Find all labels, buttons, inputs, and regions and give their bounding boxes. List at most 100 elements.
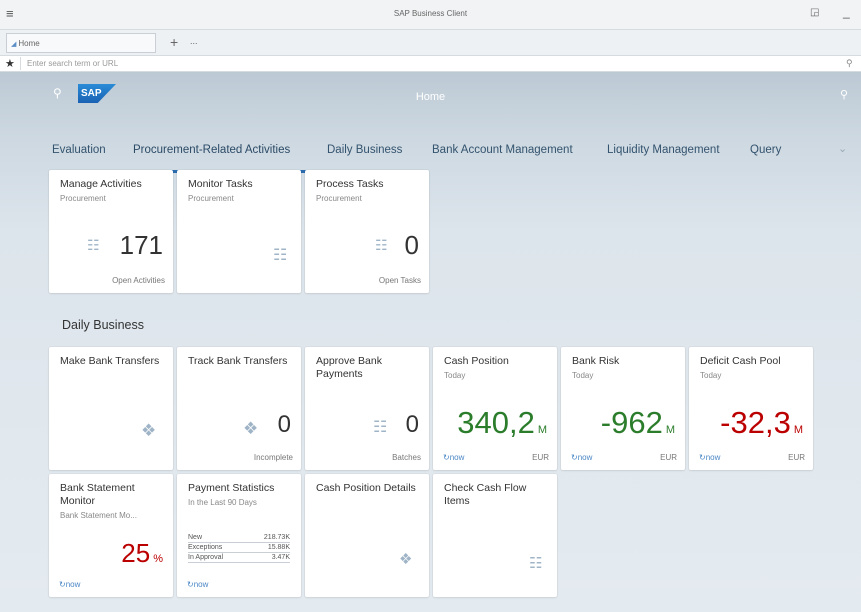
more-tabs-button[interactable]: ... <box>190 36 198 46</box>
app-title: SAP Business Client <box>393 9 468 18</box>
tile-value: -962 M <box>601 405 675 441</box>
tile-manage-activities[interactable]: Manage Activities Procurement ☷ 171 Open… <box>49 170 173 293</box>
launchpad: ⚲ SAP Home ⚲ Evaluation Procurement-Rela… <box>0 72 861 612</box>
tile-monitor-tasks[interactable]: Monitor Tasks Procurement ☷ <box>177 170 301 293</box>
tile-track-bank-transfers[interactable]: Track Bank Transfers ❖ 0 Incomplete <box>177 347 301 470</box>
refresh-status[interactable]: ↻now <box>443 453 464 462</box>
tab-procurement-related-activities[interactable]: Procurement-Related Activities <box>133 144 290 156</box>
tile-subtitle: Today <box>572 371 594 380</box>
star-icon[interactable]: ★ <box>5 57 15 70</box>
tile-cash-position[interactable]: Cash Position Today 340,2 M ↻now EUR <box>433 347 557 470</box>
tile-bank-statement-monitor[interactable]: Bank Statement Monitor Bank Statement Mo… <box>49 474 173 597</box>
tile-title: Bank Risk <box>572 355 620 367</box>
tab-bar: ◢ Home + ... <box>0 30 861 56</box>
tile-title: Deficit Cash Pool <box>700 355 781 367</box>
kpi-number: -32,3 <box>720 405 791 440</box>
tile-subtitle: Procurement <box>188 194 234 203</box>
tile-process-tasks[interactable]: Process Tasks Procurement ☷ 0 Open Tasks <box>305 170 429 293</box>
new-tab-button[interactable]: + <box>170 34 178 50</box>
refresh-label: now <box>705 453 721 462</box>
refresh-label: now <box>65 580 81 589</box>
minimize-button[interactable]: _ <box>843 5 850 19</box>
search-icon[interactable]: ⚲ <box>846 58 853 69</box>
title-bar: ≡ SAP Business Client ◲ _ <box>0 0 861 30</box>
tile-subtitle: Bank Statement Mo... <box>60 511 137 520</box>
tile-payment-statistics[interactable]: Payment Statistics In the Last 90 Days N… <box>177 474 301 597</box>
table-row: New 218.73K <box>188 533 290 543</box>
tile-value: 0 <box>405 411 419 438</box>
refresh-status[interactable]: ↻now <box>187 580 208 589</box>
tile-bank-risk[interactable]: Bank Risk Today -962 M ↻now EUR <box>561 347 685 470</box>
tile-value: 0 <box>277 411 291 438</box>
kpi-scale: % <box>153 553 163 565</box>
tile-value: -32,3 M <box>720 405 803 441</box>
tile-currency: EUR <box>660 453 677 462</box>
row-value: 3.47K <box>271 554 290 561</box>
tab-query[interactable]: Query <box>750 144 781 156</box>
chevron-down-icon[interactable]: ⌄ <box>838 142 847 155</box>
tile-title: Make Bank Transfers <box>60 355 160 367</box>
tile-title: Process Tasks <box>316 178 384 190</box>
kpi-number: 340,2 <box>457 405 535 440</box>
refresh-icon: ↻ <box>59 580 66 589</box>
tile-subtitle: Procurement <box>316 194 362 203</box>
tile-title: Bank Statement Monitor <box>60 482 135 507</box>
tile-cash-position-details[interactable]: Cash Position Details ❖ <box>305 474 429 597</box>
tile-value: 340,2 M <box>457 405 547 441</box>
tile-subtitle: Today <box>444 371 466 380</box>
table-row: Exceptions 15.88K <box>188 543 290 553</box>
table-row: In Approval 3.47K <box>188 553 290 563</box>
kpi-number: -962 <box>600 405 663 440</box>
refresh-status[interactable]: ↻now <box>699 453 720 462</box>
home-tab-icon: ◢ <box>11 41 17 48</box>
tile-value: 0 <box>404 230 419 260</box>
kpi-scale: M <box>537 424 547 436</box>
shell-search-icon[interactable]: ⚲ <box>840 88 848 101</box>
tab-liquidity-management[interactable]: Liquidity Management <box>607 144 720 156</box>
kpi-scale: M <box>665 424 675 436</box>
tab-home[interactable]: ◢ Home <box>6 33 156 53</box>
refresh-label: now <box>577 453 593 462</box>
task-list-icon: ☷ <box>273 247 288 264</box>
tile-title: Cash Position Details <box>316 482 416 494</box>
tile-deficit-cash-pool[interactable]: Deficit Cash Pool Today -32,3 M ↻now EUR <box>689 347 813 470</box>
tile-title: Monitor Tasks <box>188 178 253 190</box>
tile-footer: Batches <box>392 453 421 462</box>
refresh-status[interactable]: ↻now <box>59 580 80 589</box>
refresh-label: now <box>449 453 465 462</box>
tile-title: Payment Statistics <box>188 482 275 494</box>
tab-evaluation[interactable]: Evaluation <box>52 144 106 156</box>
cash-flow-check-icon: ☷ <box>529 555 543 572</box>
address-input[interactable]: Enter search term or URL <box>20 57 842 70</box>
row-label: In Approval <box>188 554 224 561</box>
shell-bar: ⚲ SAP Home ⚲ <box>0 72 861 116</box>
tab-daily-business[interactable]: Daily Business <box>327 144 402 156</box>
row-label: Exceptions <box>188 544 223 551</box>
kpi-scale: M <box>793 424 803 436</box>
tile-value: 171 <box>119 230 163 260</box>
tile-currency: EUR <box>788 453 805 462</box>
tab-bank-account-management[interactable]: Bank Account Management <box>432 144 573 156</box>
tile-subtitle: Procurement <box>60 194 106 203</box>
page-title: Home <box>415 91 446 103</box>
tile-make-bank-transfers[interactable]: Make Bank Transfers ❖ <box>49 347 173 470</box>
tile-value: 25% <box>121 538 163 569</box>
refresh-status[interactable]: ↻now <box>571 453 592 462</box>
kpi-number: 25 <box>121 538 151 568</box>
row-value: 15.88K <box>267 544 290 551</box>
tile-subtitle: Today <box>700 371 722 380</box>
tile-title: Approve Bank Payments <box>316 355 382 380</box>
tile-footer: Open Activities <box>112 276 165 285</box>
lock-icon[interactable]: ◲ <box>810 7 819 18</box>
tile-footer: Incomplete <box>253 453 293 462</box>
row-label: New <box>188 534 203 541</box>
tile-title: Cash Position <box>444 355 509 367</box>
refresh-icon: ↻ <box>699 453 706 462</box>
tile-footer: Open Tasks <box>378 276 421 285</box>
refresh-icon: ↻ <box>187 580 194 589</box>
tab-home-label: Home <box>18 39 40 48</box>
tile-check-cash-flow-items[interactable]: Check Cash Flow Items ☷ <box>433 474 557 597</box>
tile-subtitle: In the Last 90 Days <box>188 498 257 507</box>
row-value: 218.73K <box>263 534 290 541</box>
tile-approve-bank-payments[interactable]: Approve Bank Payments ☷ 0 Batches <box>305 347 429 470</box>
